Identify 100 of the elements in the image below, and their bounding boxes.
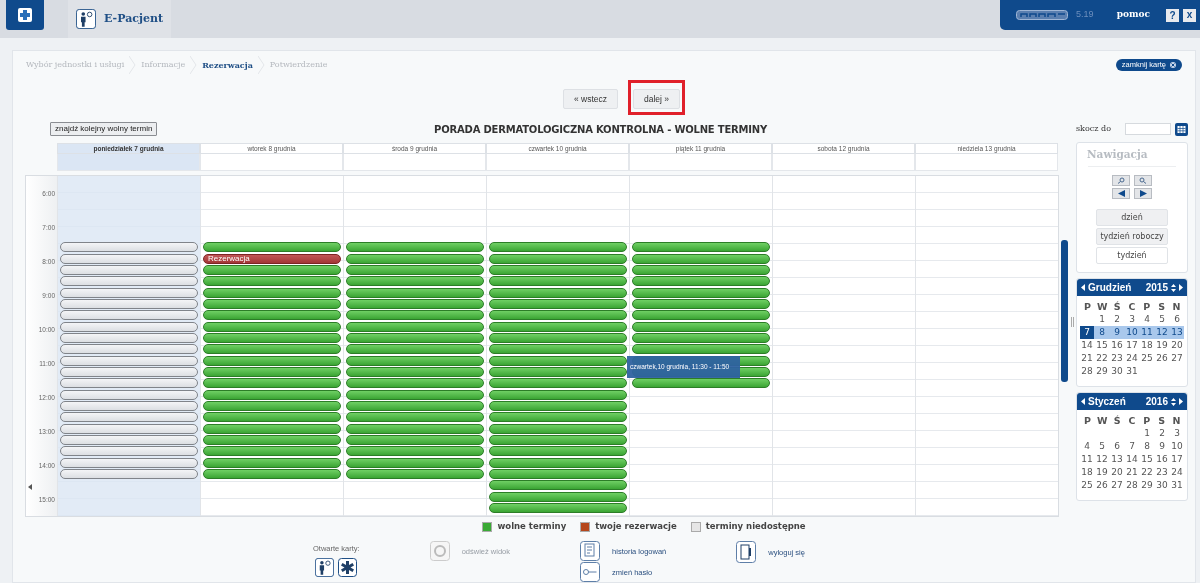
- calendar-day[interactable]: 1: [1095, 313, 1109, 327]
- calendar-day[interactable]: 17: [1125, 339, 1139, 353]
- calendar-day[interactable]: 15: [1140, 453, 1154, 467]
- calendar-day[interactable]: 30: [1110, 365, 1124, 379]
- calendar-day[interactable]: 26: [1095, 479, 1109, 493]
- time-slot[interactable]: [346, 310, 484, 321]
- calendar-day[interactable]: 31: [1170, 479, 1184, 493]
- time-slot[interactable]: [203, 344, 341, 355]
- time-slot[interactable]: [60, 253, 198, 264]
- calendar-day[interactable]: 9: [1110, 326, 1124, 340]
- time-slot[interactable]: [203, 242, 341, 253]
- calendar-day[interactable]: 28: [1080, 365, 1094, 379]
- time-slot[interactable]: [60, 333, 198, 343]
- time-slot[interactable]: [346, 355, 484, 366]
- week-row[interactable]: 7 8 9 10 11 12 13: [1080, 326, 1184, 340]
- calendar-day[interactable]: 7: [1125, 440, 1139, 454]
- year-spinner-icon[interactable]: [1171, 397, 1176, 406]
- time-slot[interactable]: [203, 287, 341, 298]
- time-slot[interactable]: [632, 333, 770, 343]
- time-slot[interactable]: Rezerwacja: [203, 253, 341, 264]
- calendar-day[interactable]: 5: [1155, 313, 1169, 327]
- active-tab[interactable]: E-Pacjent: [68, 0, 171, 38]
- next-month-icon[interactable]: [1179, 284, 1183, 292]
- time-slot[interactable]: [632, 276, 770, 287]
- calendar-day[interactable]: 3: [1170, 427, 1184, 441]
- calendar-day[interactable]: 12: [1095, 453, 1109, 467]
- time-slot[interactable]: [203, 265, 341, 276]
- time-slot[interactable]: [346, 265, 484, 276]
- calendar-day[interactable]: 23: [1110, 352, 1124, 366]
- calendar-day[interactable]: 19: [1095, 466, 1109, 480]
- calendar-day[interactable]: 27: [1170, 352, 1184, 366]
- time-slot[interactable]: [489, 367, 627, 377]
- time-slot[interactable]: [346, 333, 484, 343]
- view-button[interactable]: dzień: [1096, 209, 1168, 227]
- calendar-day[interactable]: 2: [1110, 313, 1124, 327]
- navigation-button[interactable]: « wstecz: [562, 89, 618, 110]
- time-slot[interactable]: [632, 287, 770, 298]
- calendar-day[interactable]: 29: [1095, 365, 1109, 379]
- calendar-day[interactable]: 27: [1110, 479, 1124, 493]
- calendar-day[interactable]: 7: [1080, 326, 1094, 340]
- calendar-day[interactable]: 13: [1170, 326, 1184, 340]
- time-slot[interactable]: [489, 434, 627, 445]
- time-slot[interactable]: [203, 310, 341, 321]
- time-slot[interactable]: [632, 265, 770, 276]
- all-day-cell[interactable]: [200, 154, 343, 172]
- calendar-icon[interactable]: [1175, 122, 1188, 136]
- calendar-day[interactable]: 30: [1155, 479, 1169, 493]
- time-slot[interactable]: [489, 423, 627, 434]
- time-slot[interactable]: [489, 253, 627, 264]
- time-slot[interactable]: [346, 344, 484, 355]
- time-slot[interactable]: [632, 299, 770, 309]
- calendar-day[interactable]: 25: [1140, 352, 1154, 366]
- calendar-day[interactable]: 5: [1095, 440, 1109, 454]
- view-button[interactable]: tydzień roboczy: [1096, 228, 1168, 246]
- time-slot[interactable]: [346, 378, 484, 389]
- calendar-day[interactable]: 22: [1095, 352, 1109, 366]
- calendar-day[interactable]: 6: [1110, 440, 1124, 454]
- navigation-button[interactable]: dalej »: [633, 89, 681, 110]
- time-slot[interactable]: [489, 378, 627, 389]
- time-slot[interactable]: [632, 253, 770, 264]
- time-slot[interactable]: [632, 378, 770, 389]
- time-slot[interactable]: [489, 400, 627, 411]
- time-slot[interactable]: [60, 299, 198, 309]
- calendar-day[interactable]: 18: [1140, 339, 1154, 353]
- scrollbar-thumb[interactable]: [1061, 240, 1068, 383]
- view-button[interactable]: tydzień: [1096, 247, 1168, 265]
- calendar-day[interactable]: 10: [1125, 326, 1139, 340]
- time-slot[interactable]: [203, 367, 341, 377]
- time-slot[interactable]: [489, 468, 627, 479]
- calendar-day[interactable]: 13: [1110, 453, 1124, 467]
- next-button[interactable]: [1134, 188, 1152, 200]
- calendar-day[interactable]: 11: [1140, 326, 1154, 340]
- time-slot[interactable]: [346, 287, 484, 298]
- time-slot[interactable]: [60, 321, 198, 332]
- home-button[interactable]: [6, 0, 44, 30]
- calendar-day[interactable]: 26: [1155, 352, 1169, 366]
- help-link[interactable]: pomoc: [1116, 8, 1150, 22]
- calendar-day[interactable]: 20: [1170, 339, 1184, 353]
- time-slot[interactable]: [489, 344, 627, 355]
- splitter-handle[interactable]: [1071, 317, 1074, 328]
- collapse-arrow-icon[interactable]: [28, 484, 32, 491]
- previous-button[interactable]: [1112, 188, 1130, 200]
- calendar-day[interactable]: 1: [1140, 427, 1154, 441]
- time-slot[interactable]: [489, 321, 627, 332]
- time-slot[interactable]: [489, 287, 627, 298]
- time-slot[interactable]: [489, 502, 627, 513]
- previous-month-icon[interactable]: [1081, 398, 1085, 406]
- calendar-day[interactable]: 10: [1170, 440, 1184, 454]
- time-slot[interactable]: [346, 400, 484, 411]
- time-slot[interactable]: [489, 299, 627, 309]
- calendar-day[interactable]: 4: [1080, 440, 1094, 454]
- calendar-day[interactable]: 8: [1140, 440, 1154, 454]
- time-slot[interactable]: [60, 355, 198, 366]
- time-slot[interactable]: [60, 265, 198, 276]
- time-slot[interactable]: [632, 321, 770, 332]
- time-slot[interactable]: [489, 389, 627, 400]
- next-month-icon[interactable]: [1179, 398, 1183, 406]
- time-slot[interactable]: [203, 333, 341, 343]
- time-slot[interactable]: [60, 378, 198, 389]
- time-slot[interactable]: [60, 344, 198, 355]
